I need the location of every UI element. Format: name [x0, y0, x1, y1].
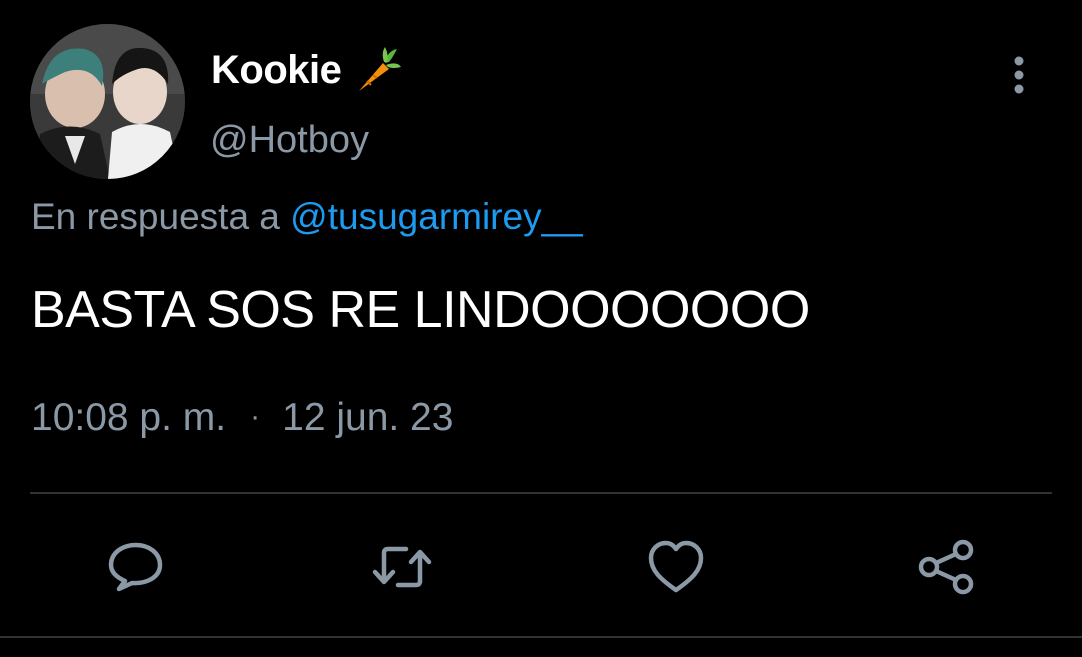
- avatar[interactable]: [30, 24, 185, 179]
- reply-prefix: En respuesta a: [31, 196, 280, 237]
- tweet-timestamp: 10:08 p. m. · 12 jun. 23: [31, 392, 453, 443]
- display-name-text: Kookie: [211, 48, 342, 92]
- more-vertical-icon: [1014, 56, 1024, 94]
- like-button[interactable]: [646, 537, 706, 597]
- reply-button[interactable]: [105, 537, 165, 597]
- avatar-image: [30, 24, 185, 179]
- reply-icon: [108, 542, 163, 592]
- more-options-button[interactable]: [1000, 52, 1040, 100]
- reply-mention-link[interactable]: @tusugarmirey__: [290, 196, 583, 237]
- tweet-time: 10:08 p. m.: [31, 396, 227, 439]
- share-button[interactable]: [916, 537, 976, 597]
- carrot-icon: [353, 45, 403, 95]
- display-name[interactable]: Kookie: [211, 44, 403, 96]
- meta-separator: ·: [250, 400, 261, 433]
- tweet-text: BASTA SOS RE LINDOOOOOOO: [31, 281, 810, 339]
- tweet-date: 12 jun. 23: [282, 396, 454, 439]
- bottom-divider: [0, 636, 1082, 638]
- user-handle[interactable]: @Hotboy: [210, 116, 369, 164]
- retweet-button[interactable]: [372, 537, 432, 597]
- reply-context: En respuesta a @tusugarmirey__: [31, 193, 583, 241]
- heart-icon: [648, 540, 704, 593]
- divider: [30, 492, 1052, 494]
- share-icon: [918, 539, 974, 595]
- retweet-icon: [372, 546, 432, 588]
